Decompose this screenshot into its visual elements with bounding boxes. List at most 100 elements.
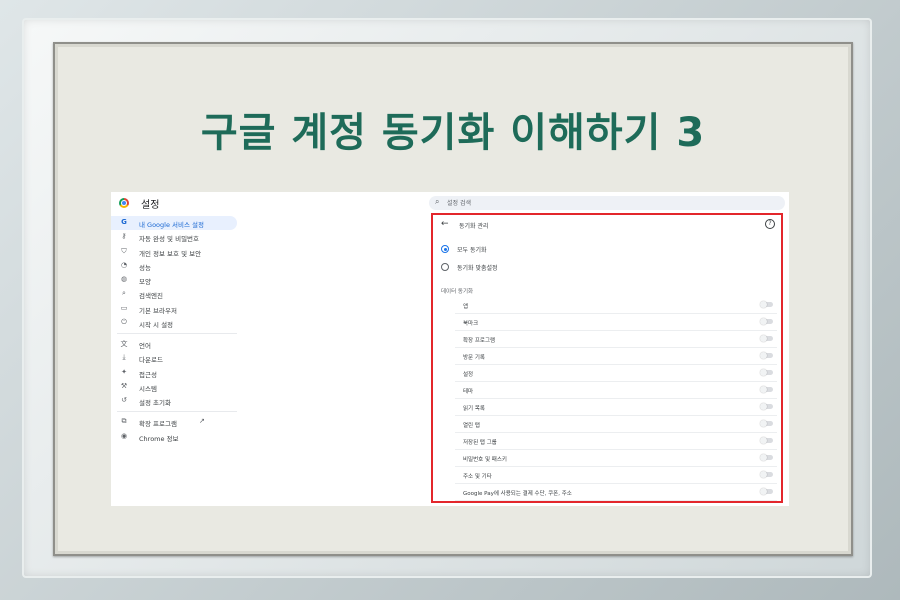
sidebar-item[interactable]: ✦ 접근성 [111,366,241,380]
sidebar-item-label: 검색엔진 [139,292,163,301]
sidebar-item-icon: ✦ [121,367,127,376]
radio-selected-icon [441,245,449,253]
sidebar-item-icon: ⚒ [120,381,128,390]
external-link-icon: ↗ [199,417,205,426]
sync-toggle[interactable] [760,420,773,427]
sidebar-item-label: 기본 브라우저 [139,306,177,315]
sidebar-item-icon: ⤓ [122,353,126,362]
sidebar-item-icon: ⏻ [121,318,127,327]
sidebar-item[interactable]: ↺ 설정 초기화 [111,394,241,408]
sidebar-item-label: 시스템 [139,384,157,393]
sidebar-item-icon: ⚷ [121,232,127,241]
sidebar-divider [117,333,237,335]
search-icon: ⌕ [435,197,440,206]
sync-toggle[interactable] [760,437,773,444]
settings-sidebar: G 내 Google 서비스 설정 ⚷ 자동 완성 및 비밀번호 ⛉ 개인 정보 보호 및… [111,216,241,444]
sidebar-item-icon: ⛉ [121,246,127,255]
sync-item-row: 확장 프로그램 [455,331,777,348]
help-icon[interactable]: ? [765,219,775,229]
panel-header: ← 동기화 관리 ? [433,215,781,235]
sidebar-item[interactable]: ◉ Chrome 정보 [111,430,241,444]
sync-toggle[interactable] [760,403,773,410]
sync-toggle[interactable] [760,386,773,393]
sidebar-item-label: 모양 [139,278,151,287]
sidebar-item[interactable]: ▭ 기본 브라우저 [111,302,241,316]
sidebar-item[interactable]: G 내 Google 서비스 설정 [111,216,237,230]
sidebar-item[interactable]: ◍ 모양 [111,273,241,287]
sidebar-item-icon: ⧉ [121,417,127,426]
sync-toggle[interactable] [760,301,773,308]
sidebar-item[interactable]: ⧉ 확장 프로그램 ↗ [111,415,241,429]
sync-toggle[interactable] [760,318,773,325]
data-sync-section-label: 데이터 동기화 [441,289,474,295]
sync-item-row: 열린 탭 [455,416,777,433]
sync-item-row: 비밀번호 및 패스키 [455,450,777,467]
sidebar-item-label: 내 Google 서비스 설정 [139,221,204,229]
sync-item-row: 주소 및 기타 [455,467,777,484]
radio-unselected-icon [441,263,449,271]
sync-toggle[interactable] [760,471,773,478]
sidebar-item-label: 자동 완성 및 비밀번호 [139,235,200,244]
settings-header: 설정 ⌕ 설정 검색 [111,192,789,214]
sync-item-row: 설정 [455,365,777,382]
sync-item-row: 저장된 탭 그룹 [455,433,777,450]
sync-management-panel: ← 동기화 관리 ? 모두 동기화 동기화 맞춤설정 데이터 동기화 앱 북마크 확… [431,213,783,503]
sync-item-label: 확장 프로그램 [463,338,496,344]
sidebar-item-label: 언어 [139,342,151,351]
sync-toggle[interactable] [760,454,773,461]
sync-item-row: 북마크 [455,314,777,331]
sidebar-item-label: 설정 초기화 [139,399,171,408]
sync-item-label: 설정 [463,372,474,378]
sidebar-item[interactable]: ⚷ 자동 완성 및 비밀번호 [111,230,241,244]
slide-title: 구글 계정 동기화 이해하기 3 [200,110,706,156]
sidebar-item-label: 시작 시 설정 [139,321,174,330]
sync-item-label: 테마 [463,389,474,395]
panel-title: 동기화 관리 [459,223,489,230]
sidebar-item-icon: ◉ [120,431,128,440]
sync-toggle[interactable] [760,369,773,376]
sidebar-item[interactable]: ⚒ 시스템 [111,380,241,394]
sidebar-item[interactable]: 文 언어 [111,337,241,351]
sync-item-row: 방문 기록 [455,348,777,365]
sidebar-item-icon: ◔ [120,260,128,269]
sidebar-item-label: 다운로드 [139,356,163,365]
sidebar-item-label: 확장 프로그램 [139,420,177,429]
sidebar-divider [117,411,237,413]
sidebar-item-label: 성능 [139,263,151,272]
sidebar-item[interactable]: ◔ 성능 [111,259,241,273]
sync-toggle[interactable] [760,352,773,359]
search-placeholder: 설정 검색 [447,200,471,207]
sync-item-label: 저장된 탭 그룹 [463,440,497,446]
sidebar-item-icon: ⌕ [122,289,126,298]
sync-toggle[interactable] [760,488,773,495]
sidebar-item-icon: G [121,218,127,226]
sync-items-list: 앱북마크확장 프로그램방문 기록설정테마읽기 목록열린 탭저장된 탭 그룹비밀번… [455,297,777,501]
sync-item-label: 앱 [463,304,469,310]
sync-item-label: 읽기 목록 [463,406,485,412]
sync-item-row: 앱 [455,297,777,314]
sync-item-label: 비밀번호 및 패스키 [463,457,507,463]
sync-item-row: 읽기 목록 [455,399,777,416]
sidebar-item-label: Chrome 정보 [139,434,179,443]
sidebar-item-icon: 文 [120,340,128,349]
sidebar-item[interactable]: ⤓ 다운로드 [111,351,241,365]
sidebar-item[interactable]: ⏻ 시작 시 설정 [111,316,241,330]
sync-item-label: 북마크 [463,321,479,327]
settings-search-input[interactable]: ⌕ 설정 검색 [429,196,785,210]
settings-title: 설정 [141,200,160,211]
sidebar-item-icon: ▭ [120,303,128,312]
sync-toggle[interactable] [760,335,773,342]
sidebar-item-icon: ↺ [121,396,127,405]
sync-item-label: 방문 기록 [463,355,485,361]
back-arrow-icon[interactable]: ← [441,219,449,229]
sync-item-row: 테마 [455,382,777,399]
sync-item-label: 열린 탭 [463,423,480,429]
sync-item-row: Google Pay에 사용되는 결제 수단, 쿠폰, 주소 [455,484,777,501]
sidebar-item-label: 접근성 [139,370,157,379]
sidebar-item-label: 개인 정보 보호 및 보안 [139,249,202,258]
sync-item-label: Google Pay에 사용되는 결제 수단, 쿠폰, 주소 [463,491,572,497]
chrome-settings-screenshot: 설정 ⌕ 설정 검색 G 내 Google 서비스 설정 ⚷ 자동 완성 및 비밀번호… [111,192,789,506]
sidebar-item-icon: ◍ [120,275,128,284]
sidebar-item[interactable]: ⛉ 개인 정보 보호 및 보안 [111,245,241,259]
sidebar-item[interactable]: ⌕ 검색엔진 [111,287,241,301]
